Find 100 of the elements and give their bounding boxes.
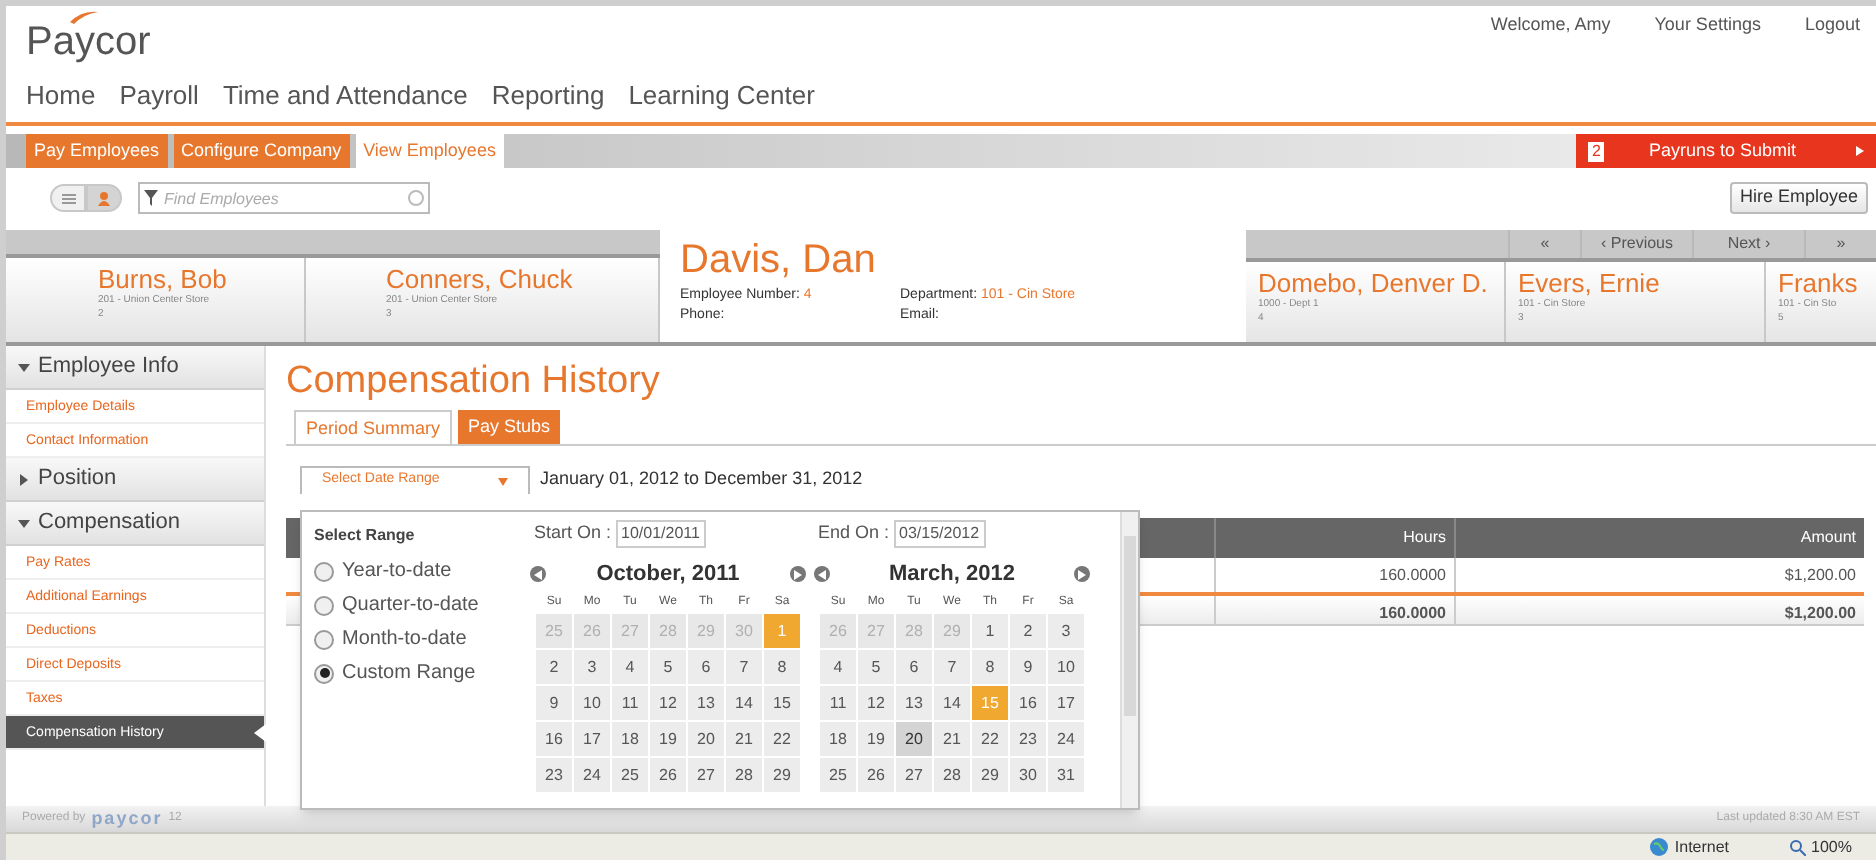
calendar-day[interactable]: 2 [1010, 614, 1046, 648]
calendar-day[interactable]: 2 [536, 650, 572, 684]
date-label: End On : [818, 520, 890, 547]
sidebar-section[interactable]: Employee Info [6, 346, 264, 390]
nav-item[interactable]: Learning Center [628, 76, 815, 116]
calendar-day[interactable]: 5 [858, 650, 894, 684]
calendar-day[interactable]: 5 [650, 650, 686, 684]
list-view-button[interactable] [50, 184, 86, 212]
calendar-day[interactable]: 4 [612, 650, 648, 684]
radio-button[interactable] [314, 663, 334, 683]
next-month-icon[interactable] [789, 566, 806, 582]
calendar-day[interactable]: 26 [858, 758, 894, 792]
previous-month-icon[interactable] [814, 566, 830, 582]
nav-item[interactable]: Reporting [491, 76, 605, 116]
calendar-day[interactable]: 17 [574, 722, 610, 756]
previous-month-icon[interactable] [530, 566, 546, 582]
calendar-day[interactable]: 27 [688, 758, 724, 792]
calendar-day[interactable]: 18 [820, 722, 856, 756]
calendar-day[interactable]: 26 [650, 758, 686, 792]
calendar-day[interactable]: 22 [764, 722, 800, 756]
calendar-day[interactable]: 3 [574, 650, 610, 684]
radio-button[interactable] [314, 595, 334, 615]
calendar-day[interactable]: 24 [1048, 722, 1084, 756]
calendar-day[interactable]: 19 [858, 722, 894, 756]
calendar-day[interactable]: 13 [688, 686, 724, 720]
next-month-icon[interactable] [1073, 566, 1090, 582]
calendar-day[interactable]: 7 [934, 650, 970, 684]
calendar-day[interactable]: 18 [612, 722, 648, 756]
calendar-day[interactable]: 23 [536, 758, 572, 792]
sidebar-section[interactable]: Position [6, 458, 264, 502]
calendar-day[interactable]: 9 [1010, 650, 1046, 684]
calendar-day[interactable]: 22 [972, 722, 1008, 756]
zoom-level[interactable]: 100% [1811, 835, 1852, 859]
payruns-button[interactable]: 2 Payruns to Submit [1576, 134, 1876, 168]
sidebar-section[interactable]: Compensation [6, 502, 264, 546]
calendar-day[interactable]: 14 [934, 686, 970, 720]
calendar-day[interactable]: 17 [1048, 686, 1084, 720]
calendar-day[interactable]: 12 [858, 686, 894, 720]
calendar-day[interactable]: 15 [764, 686, 800, 720]
nav-item[interactable]: Time and Attendance [222, 76, 468, 116]
scrollbar[interactable] [1120, 512, 1138, 808]
month-title: March, 2012 [889, 559, 1015, 590]
nav-item[interactable]: Home [26, 76, 96, 116]
calendar-day[interactable]: 3 [1048, 614, 1084, 648]
calendar-day[interactable]: 29 [764, 758, 800, 792]
caret-icon [18, 361, 30, 373]
nav-item[interactable]: Payroll [119, 76, 199, 116]
calendar-day[interactable]: 29 [972, 758, 1008, 792]
header-link[interactable]: Logout [1804, 12, 1860, 39]
calendar-day[interactable]: 25 [612, 758, 648, 792]
calendar-day[interactable]: 8 [764, 650, 800, 684]
calendar-day[interactable]: 31 [1048, 758, 1084, 792]
person-view-button[interactable] [86, 184, 122, 212]
calendar-day[interactable]: 24 [574, 758, 610, 792]
calendar-day[interactable]: 10 [574, 686, 610, 720]
calendar-day[interactable]: 9 [536, 686, 572, 720]
calendar-day[interactable]: 27 [896, 758, 932, 792]
radio-button[interactable] [314, 629, 334, 649]
calendar-day[interactable]: 16 [536, 722, 572, 756]
calendar-day[interactable]: 23 [1010, 722, 1046, 756]
radio-button[interactable] [314, 561, 334, 581]
search-field[interactable]: Find Employees [138, 182, 430, 214]
range-option[interactable]: Month-to-date [314, 624, 526, 654]
arrow-icon [1856, 146, 1864, 156]
pager-button[interactable]: ‹ Previous [1580, 230, 1692, 258]
calendar-day[interactable]: 21 [726, 722, 762, 756]
pager-button[interactable]: » [1804, 230, 1876, 258]
calendar-day[interactable]: 10 [1048, 650, 1084, 684]
calendar-day[interactable]: 1 [972, 614, 1008, 648]
calendar-day[interactable]: 16 [1010, 686, 1046, 720]
pager-button[interactable]: Next › [1692, 230, 1804, 258]
calendar-day[interactable]: 20 [688, 722, 724, 756]
header-link[interactable]: Your Settings [1654, 12, 1761, 39]
date-field[interactable]: 10/01/2011 [615, 520, 706, 548]
logo: Paycor [26, 10, 151, 62]
calendar-day[interactable]: 21 [934, 722, 970, 756]
calendar-day[interactable]: 4 [820, 650, 856, 684]
calendar-day[interactable]: 6 [896, 650, 932, 684]
calendar-day[interactable]: 6 [688, 650, 724, 684]
calendar-day[interactable]: 28 [726, 758, 762, 792]
calendar-day[interactable]: 25 [820, 758, 856, 792]
calendar-day[interactable]: 13 [896, 686, 932, 720]
calendar-day[interactable]: 28 [934, 758, 970, 792]
employee-name: Burns, Bob [98, 264, 229, 294]
range-option[interactable]: Quarter-to-date [314, 590, 526, 620]
range-option[interactable]: Custom Range [314, 658, 526, 688]
calendar-day[interactable]: 12 [650, 686, 686, 720]
clear-icon[interactable] [408, 190, 424, 206]
range-option[interactable]: Year-to-date [314, 556, 526, 586]
pager-button[interactable]: « [1508, 230, 1580, 258]
calendar-day[interactable]: 30 [1010, 758, 1046, 792]
calendar-day[interactable]: 20 [896, 722, 932, 756]
calendar-day[interactable]: 14 [726, 686, 762, 720]
date-field[interactable]: 03/15/2012 [893, 520, 986, 548]
calendar-day[interactable]: 19 [650, 722, 686, 756]
calendar-day[interactable]: 11 [612, 686, 648, 720]
calendar-day[interactable]: 8 [972, 650, 1008, 684]
calendar-day[interactable]: 7 [726, 650, 762, 684]
hire-employee-button[interactable]: Hire Employee [1729, 182, 1868, 214]
calendar-day[interactable]: 11 [820, 686, 856, 720]
